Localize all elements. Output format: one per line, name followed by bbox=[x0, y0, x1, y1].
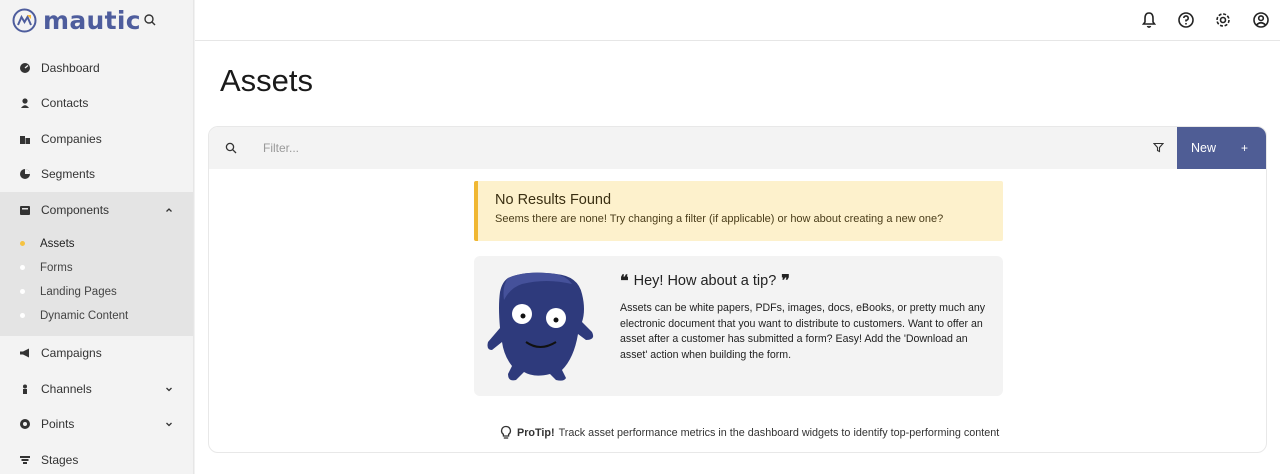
filter-bar: New + bbox=[209, 127, 1266, 169]
sidebar-subitem-dynamic-content[interactable]: Dynamic Content bbox=[0, 304, 193, 328]
sidebar-item-dashboard[interactable]: Dashboard bbox=[0, 50, 193, 86]
filter-funnel-icon[interactable] bbox=[1153, 142, 1164, 153]
tip-body: Assets can be white papers, PDFs, images… bbox=[620, 302, 986, 361]
chevron-down-icon bbox=[166, 387, 172, 392]
chevron-down-icon bbox=[166, 422, 172, 427]
mautic-logo[interactable]: mautic bbox=[12, 6, 141, 35]
sidebar-item-campaigns[interactable]: Campaigns bbox=[0, 336, 193, 372]
sidebar-subitem-label: Landing Pages bbox=[40, 285, 117, 298]
sidebar-item-segments[interactable]: Segments bbox=[0, 157, 193, 193]
sidebar-item-contacts[interactable]: Contacts bbox=[0, 86, 193, 122]
sidebar-item-label: Campaigns bbox=[41, 346, 102, 361]
components-icon bbox=[19, 204, 31, 216]
dot-icon bbox=[20, 265, 25, 270]
new-button-label: New bbox=[1191, 141, 1217, 155]
tip-card: ❝ Hey! How about a tip? ❞ Assets can be … bbox=[474, 256, 1003, 396]
sidebar-item-label: Companies bbox=[41, 131, 102, 146]
search-icon[interactable] bbox=[142, 12, 158, 28]
chevron-up-icon bbox=[166, 207, 172, 212]
brand-name: mautic bbox=[43, 6, 141, 35]
sidebar-item-label: Components bbox=[41, 202, 110, 217]
search-icon bbox=[225, 142, 237, 154]
sidebar-subitem-label: Assets bbox=[40, 237, 75, 250]
alert-title: No Results Found bbox=[495, 192, 612, 208]
sidebar-item-companies[interactable]: Companies bbox=[0, 121, 193, 157]
protip: ProTip! Track asset performance metrics … bbox=[499, 425, 999, 440]
active-dot-icon bbox=[20, 241, 25, 246]
sidebar-item-components[interactable]: Components bbox=[0, 192, 193, 228]
protip-text: Track asset performance metrics in the d… bbox=[558, 426, 1000, 439]
no-results-alert: No Results Found Seems there are none! T… bbox=[474, 181, 1003, 241]
channels-icon bbox=[19, 383, 31, 395]
components-subnav: Assets Forms Landing Pages Dynamic Conte… bbox=[0, 227, 193, 336]
points-icon bbox=[19, 418, 31, 430]
sidebar-item-label: Segments bbox=[41, 167, 96, 182]
topbar bbox=[195, 0, 1280, 41]
sidebar-item-label: Points bbox=[41, 417, 75, 432]
sidebar-item-stages[interactable]: Stages bbox=[0, 442, 193, 474]
sidebar-item-label: Dashboard bbox=[41, 60, 100, 75]
mautic-logo-icon bbox=[12, 8, 37, 33]
dot-icon bbox=[20, 313, 25, 318]
sidebar-item-points[interactable]: Points bbox=[0, 407, 193, 443]
bell-icon[interactable] bbox=[1139, 10, 1159, 30]
main-content: Assets New + No Results Found Seems ther… bbox=[195, 41, 1280, 474]
mautic-mascot-icon bbox=[487, 272, 594, 381]
sidebar-item-label: Channels bbox=[41, 381, 92, 396]
alert-text: Seems there are none! Try changing a fil… bbox=[495, 213, 944, 225]
dot-icon bbox=[20, 289, 25, 294]
sidebar: mautic Dashboard Contacts Companies Segm… bbox=[0, 0, 194, 474]
assets-panel: New + No Results Found Seems there are n… bbox=[208, 126, 1267, 453]
lightbulb-icon bbox=[500, 425, 512, 439]
quote-open-icon: ❝ bbox=[620, 271, 629, 290]
tip-heading-text: Hey! How about a tip? bbox=[633, 272, 777, 289]
user-icon bbox=[19, 97, 31, 109]
sidebar-item-label: Contacts bbox=[41, 96, 89, 111]
sidebar-nav: Dashboard Contacts Companies Segments Co… bbox=[0, 50, 193, 474]
new-asset-button[interactable]: New + bbox=[1177, 127, 1266, 169]
gear-icon[interactable] bbox=[1213, 10, 1233, 30]
sidebar-subitem-label: Forms bbox=[40, 261, 73, 274]
sidebar-subitem-assets[interactable]: Assets bbox=[0, 232, 193, 256]
tip-heading: ❝ Hey! How about a tip? ❞ bbox=[620, 271, 790, 290]
pie-chart-icon bbox=[19, 168, 31, 180]
page-title: Assets bbox=[220, 63, 314, 98]
sidebar-subitem-landing-pages[interactable]: Landing Pages bbox=[0, 280, 193, 304]
sidebar-item-channels[interactable]: Channels bbox=[0, 371, 193, 407]
account-icon[interactable] bbox=[1251, 10, 1271, 30]
protip-label: ProTip! bbox=[517, 426, 555, 439]
help-icon[interactable] bbox=[1176, 10, 1196, 30]
stages-icon bbox=[19, 454, 31, 466]
dashboard-icon bbox=[19, 62, 31, 74]
sidebar-item-label: Stages bbox=[41, 452, 79, 467]
sidebar-subitem-label: Dynamic Content bbox=[40, 309, 129, 322]
logo-bar: mautic bbox=[0, 0, 193, 41]
sidebar-subitem-forms[interactable]: Forms bbox=[0, 256, 193, 280]
building-icon bbox=[19, 133, 31, 145]
megaphone-icon bbox=[19, 347, 31, 359]
plus-icon: + bbox=[1240, 141, 1248, 155]
quote-close-icon: ❞ bbox=[781, 271, 790, 290]
filter-input[interactable] bbox=[263, 138, 863, 158]
